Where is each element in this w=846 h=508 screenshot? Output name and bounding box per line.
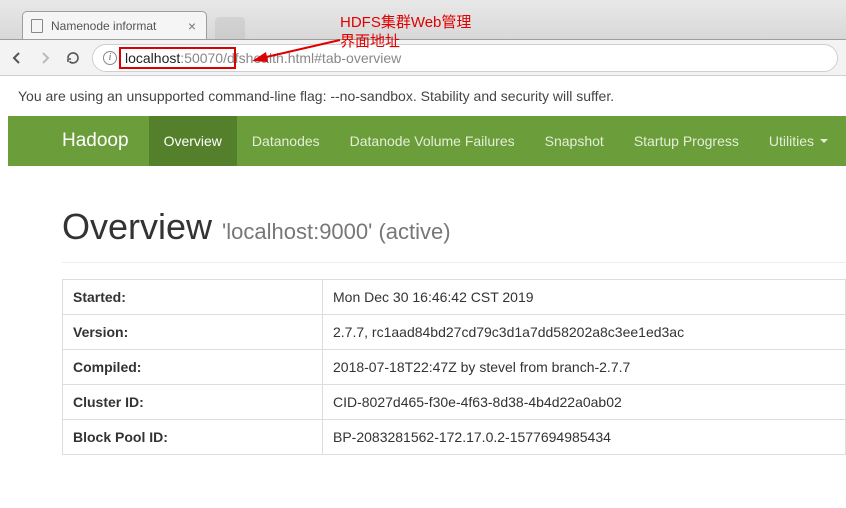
- row-label: Block Pool ID:: [63, 420, 323, 455]
- nav-item-label: Snapshot: [545, 133, 604, 149]
- divider: [62, 262, 846, 263]
- browser-tab[interactable]: Namenode informat ×: [22, 11, 207, 39]
- heading-sub: 'localhost:9000' (active): [222, 219, 451, 244]
- new-tab-button[interactable]: [215, 17, 245, 39]
- brand[interactable]: Hadoop: [62, 130, 129, 152]
- info-icon[interactable]: i: [103, 51, 117, 65]
- nav-item-utilities[interactable]: Utilities: [754, 116, 843, 166]
- sandbox-warning: You are using an unsupported command-lin…: [0, 76, 846, 116]
- annotation-line: HDFS集群Web管理: [340, 14, 471, 33]
- table-row: Compiled:2018-07-18T22:47Z by stevel fro…: [63, 350, 846, 385]
- url-host: localhost: [125, 50, 180, 66]
- reload-button[interactable]: [64, 49, 82, 67]
- row-value: 2018-07-18T22:47Z by stevel from branch-…: [323, 350, 846, 385]
- row-label: Started:: [63, 280, 323, 315]
- overview-table: Started:Mon Dec 30 16:46:42 CST 2019Vers…: [62, 279, 846, 455]
- url-port: :50070: [180, 50, 223, 66]
- url-text: localhost:50070/dfshealth.html#tab-overv…: [125, 50, 827, 66]
- row-label: Compiled:: [63, 350, 323, 385]
- nav-item-startup-progress[interactable]: Startup Progress: [619, 116, 754, 166]
- table-row: Started:Mon Dec 30 16:46:42 CST 2019: [63, 280, 846, 315]
- row-value: 2.7.7, rc1aad84bd27cd79c3d1a7dd58202a8c3…: [323, 315, 846, 350]
- table-row: Block Pool ID:BP-2083281562-172.17.0.2-1…: [63, 420, 846, 455]
- document-icon: [31, 19, 43, 33]
- row-value: Mon Dec 30 16:46:42 CST 2019: [323, 280, 846, 315]
- main-content: Overview 'localhost:9000' (active) Start…: [0, 166, 846, 455]
- table-row: Version:2.7.7, rc1aad84bd27cd79c3d1a7dd5…: [63, 315, 846, 350]
- row-label: Version:: [63, 315, 323, 350]
- back-button[interactable]: [8, 49, 26, 67]
- nav-item-snapshot[interactable]: Snapshot: [530, 116, 619, 166]
- close-icon[interactable]: ×: [186, 20, 198, 32]
- url-path: /dfshealth.html#tab-overview: [223, 50, 401, 66]
- table-row: Cluster ID:CID-8027d465-f30e-4f63-8d38-4…: [63, 385, 846, 420]
- nav-item-datanodes[interactable]: Datanodes: [237, 116, 335, 166]
- chevron-down-icon: [820, 139, 828, 143]
- page-title: Overview 'localhost:9000' (active): [62, 206, 846, 248]
- nav-item-label: Utilities: [769, 133, 814, 149]
- heading-main: Overview: [62, 206, 212, 247]
- nav-menu: Overview Datanodes Datanode Volume Failure…: [149, 116, 843, 166]
- nav-item-label: Datanodes: [252, 133, 320, 149]
- row-label: Cluster ID:: [63, 385, 323, 420]
- row-value: CID-8027d465-f30e-4f63-8d38-4b4d22a0ab02: [323, 385, 846, 420]
- tab-title: Namenode informat: [51, 19, 178, 33]
- annotation-line: 界面地址: [340, 33, 471, 52]
- nav-item-overview[interactable]: Overview: [149, 116, 237, 166]
- annotation-text: HDFS集群Web管理 界面地址: [340, 14, 471, 52]
- navbar: Hadoop Overview Datanodes Datanode Volume …: [8, 116, 846, 166]
- nav-item-datanode-volume-failures[interactable]: Datanode Volume Failures: [335, 116, 530, 166]
- forward-button[interactable]: [36, 49, 54, 67]
- nav-item-label: Startup Progress: [634, 133, 739, 149]
- nav-item-label: Overview: [164, 133, 222, 149]
- row-value: BP-2083281562-172.17.0.2-1577694985434: [323, 420, 846, 455]
- nav-item-label: Datanode Volume Failures: [350, 133, 515, 149]
